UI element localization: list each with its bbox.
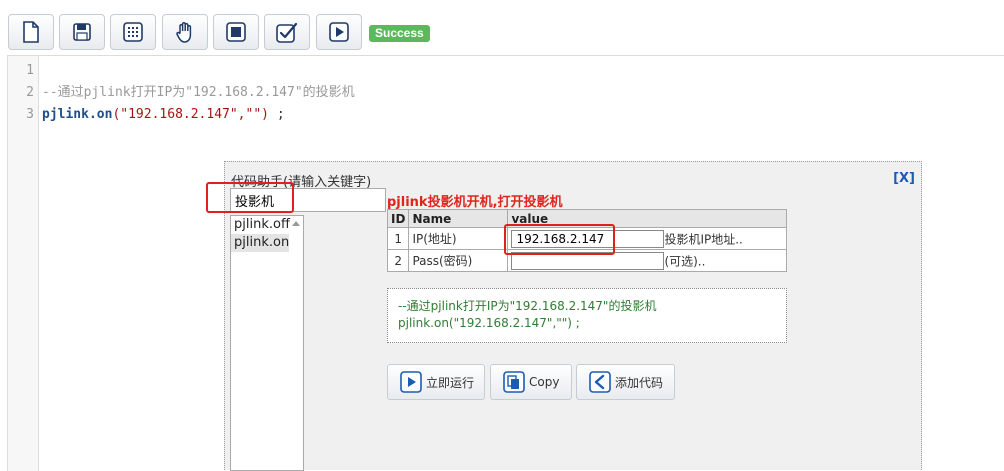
line-number: 3 [26,107,34,122]
code-helper-dialog: 代码助手(请输入关键字) [X] pjlink.off pjlink.on pj… [224,161,922,471]
line-gutter: 1 2 3 [8,56,39,471]
check-button[interactable] [264,14,310,50]
code-tail: ; [269,107,285,122]
add-code-button[interactable]: 添加代码 [576,364,675,400]
run-now-label: 立即运行 [426,375,475,390]
grid-button[interactable] [110,14,156,50]
code-function: pjlink.on [42,107,113,122]
new-file-icon [23,21,39,43]
stop-button[interactable] [213,14,259,50]
back-arrow-icon [589,371,611,393]
line-number: 2 [26,85,34,100]
close-button[interactable]: [X] [893,171,915,186]
line-number: 1 [26,63,34,78]
copy-label: Copy [529,375,560,389]
highlight-box-ip [504,224,615,255]
password-hint: (可选).. [664,254,706,268]
add-code-label: 添加代码 [615,375,664,390]
code-args: ("192.168.2.147","") [112,107,269,122]
new-file-button[interactable] [8,14,54,50]
preview-comment: --通过pjlink打开IP为"192.168.2.147"的投影机 [398,299,657,313]
grid-icon [123,22,143,42]
code-line-call: pjlink.on("192.168.2.147","") ; [42,104,285,126]
cell-name: IP(地址) [408,227,509,250]
copy-button[interactable]: Copy [490,364,572,400]
column-header-id: ID [386,209,410,228]
function-description: pjlink投影机开机,打开投影机 [387,195,563,210]
toolbar: Success [0,0,1004,56]
ip-hint: 投影机IP地址.. [664,232,743,246]
run-button[interactable] [316,14,362,50]
code-line-comment: --通过pjlink打开IP为"192.168.2.147"的投影机 [42,85,355,100]
check-icon [276,22,298,43]
run-now-button[interactable]: 立即运行 [387,364,485,400]
hand-button[interactable] [162,14,208,50]
cell-id: 2 [386,249,410,272]
column-header-name: Name [408,209,509,228]
play-icon [400,371,422,393]
code-preview: --通过pjlink打开IP为"192.168.2.147"的投影机 pjlin… [387,288,787,343]
scroll-up-icon[interactable] [292,221,300,226]
list-item-pjlink-off[interactable]: pjlink.off [231,216,290,234]
function-list[interactable]: pjlink.off pjlink.on [230,215,304,471]
save-icon [73,23,91,41]
status-badge: Success [369,25,430,42]
list-item-pjlink-on[interactable]: pjlink.on [231,234,289,252]
copy-icon [503,371,525,393]
stop-icon [226,22,246,42]
cell-name: Pass(密码) [408,249,509,272]
play-icon [329,22,349,42]
preview-code: pjlink.on("192.168.2.147","") ; [398,316,580,330]
hand-icon [176,22,192,43]
save-button[interactable] [59,14,105,50]
cell-id: 1 [386,227,410,250]
highlight-box-search [206,182,294,213]
